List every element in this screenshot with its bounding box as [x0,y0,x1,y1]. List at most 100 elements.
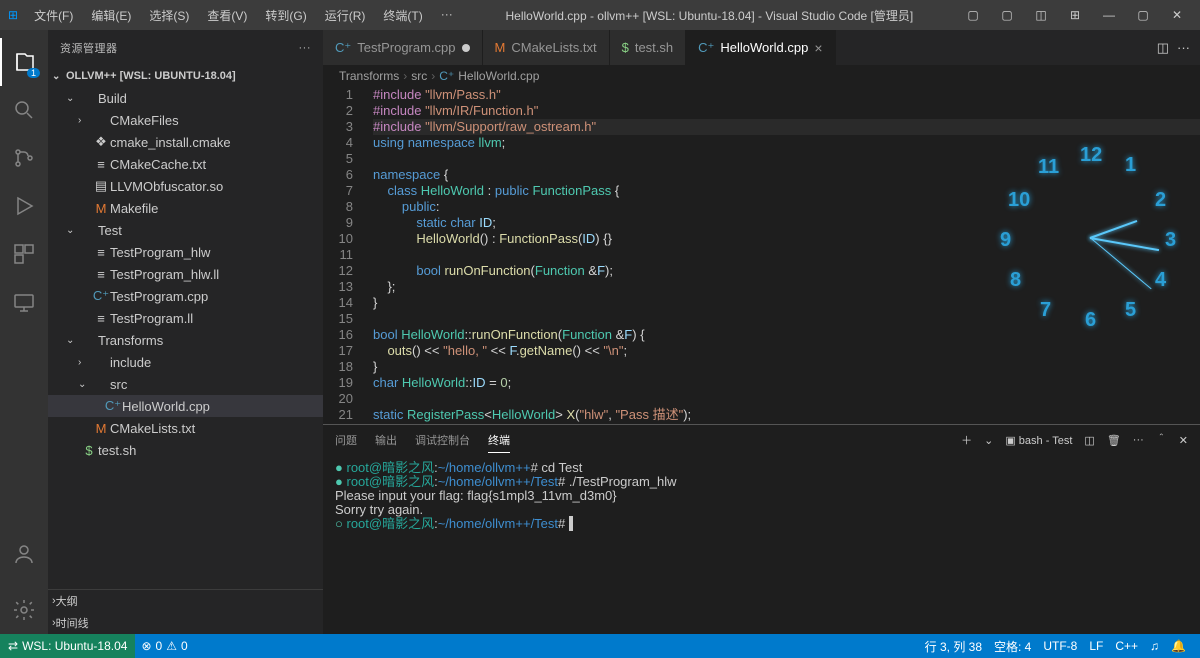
problems-tab[interactable]: 问题 [335,428,357,452]
file-icon: M [92,421,110,436]
editor-tab[interactable]: C⁺HelloWorld.cpp× [686,30,835,65]
chevron-right-icon: › [431,69,435,83]
tree-item[interactable]: C⁺TestProgram.cpp [48,285,323,307]
file-icon: $ [622,40,629,55]
file-icon: ▤ [92,178,110,194]
problems-status[interactable]: ⊗0 ⚠0 [135,639,193,653]
shell-label[interactable]: ▣ bash - Test [1005,434,1072,447]
editor-tab[interactable]: MCMakeLists.txt [483,30,610,65]
tree-root[interactable]: ⌄ OLLVM++ [WSL: UBUNTU-18.04] [48,65,323,87]
panel-bottom-icon[interactable]: ▢ [992,4,1022,26]
menu-edit[interactable]: 编辑(E) [83,3,139,28]
file-label: LLVMObfuscator.so [110,179,223,194]
breadcrumb-item[interactable]: Transforms [339,69,399,83]
new-terminal-icon[interactable]: ＋ [961,432,972,448]
source-control-icon[interactable] [0,134,48,182]
terminal-tabs: 问题 输出 调试控制台 终端 ＋ ⌄ ▣ bash - Test ◫ 🗑 ···… [323,425,1200,455]
remote-indicator[interactable]: ⇄ WSL: Ubuntu-18.04 [0,634,135,658]
editor-tabs: C⁺TestProgram.cppMCMakeLists.txt$test.sh… [323,30,1200,65]
debug-console-tab[interactable]: 调试控制台 [415,428,470,452]
explorer-icon[interactable]: 1 [0,38,48,86]
tree-item[interactable]: ▤LLVMObfuscator.so [48,175,323,197]
customize-layout-icon[interactable]: ⊞ [1060,4,1090,26]
tree-item[interactable]: ⌄Build [48,87,323,109]
menu-view[interactable]: 查看(V) [199,3,255,28]
file-label: HelloWorld.cpp [122,399,210,414]
kill-terminal-icon[interactable]: 🗑 [1107,434,1121,447]
tree-item[interactable]: C⁺HelloWorld.cpp [48,395,323,417]
breadcrumb-item[interactable]: HelloWorld.cpp [458,69,539,83]
file-icon: M [92,201,110,216]
timeline-panel[interactable]: › 时间线 [48,612,323,634]
tree-item[interactable]: ⌄Transforms [48,329,323,351]
more-icon[interactable]: ··· [1133,434,1144,446]
terminal-output[interactable]: ● root@暗影之风:~/home/ollvm++# cd Test● roo… [323,455,1200,634]
encoding-status[interactable]: UTF-8 [1037,638,1083,655]
tree-item[interactable]: ›CMakeFiles [48,109,323,131]
menu-goto[interactable]: 转到(G) [257,3,314,28]
breadcrumb-item[interactable]: src [411,69,427,83]
split-terminal-icon[interactable]: ◫ [1084,434,1094,447]
tree-item[interactable]: ⌄Test [48,219,323,241]
dropdown-icon[interactable]: ⌄ [984,434,993,447]
tree-item[interactable]: ❖cmake_install.cmake [48,131,323,153]
tree-item[interactable]: ≡TestProgram_hlw [48,241,323,263]
modified-icon [462,44,470,52]
file-label: TestProgram.ll [110,311,193,326]
tab-label: TestProgram.cpp [357,40,455,55]
minimize-button[interactable]: — [1094,4,1124,26]
menu-more[interactable]: ··· [433,3,461,28]
layout-icon[interactable]: ▢ [958,4,988,26]
file-icon: ≡ [92,245,110,260]
breadcrumb[interactable]: Transforms › src › C⁺ HelloWorld.cpp [323,65,1200,87]
tree-item[interactable]: ≡TestProgram.ll [48,307,323,329]
cursor-position[interactable]: 行 3, 列 38 [919,638,988,655]
tree-item[interactable]: ≡CMakeCache.txt [48,153,323,175]
settings-icon[interactable] [0,586,48,634]
tree-item[interactable]: ⌄src [48,373,323,395]
title-bar: ⊞ 文件(F) 编辑(E) 选择(S) 查看(V) 转到(G) 运行(R) 终端… [0,0,1200,30]
terminal-tab[interactable]: 终端 [488,428,510,453]
code-editor[interactable]: 123456789101112131415161718192021 #inclu… [323,87,1200,424]
menu-terminal[interactable]: 终端(T) [375,3,430,28]
editor-tab[interactable]: C⁺TestProgram.cpp [323,30,483,65]
line-numbers: 123456789101112131415161718192021 [323,87,373,424]
close-button[interactable]: ✕ [1162,4,1192,26]
panel-right-icon[interactable]: ◫ [1026,4,1056,26]
output-tab[interactable]: 输出 [375,428,397,452]
tree-item[interactable]: ›include [48,351,323,373]
tree-item[interactable]: MCMakeLists.txt [48,417,323,439]
outline-panel[interactable]: › 大纲 [48,590,323,612]
language-status[interactable]: C++ [1109,638,1144,655]
notifications-icon[interactable]: 🔔 [1165,638,1192,655]
more-actions-icon[interactable]: ··· [1177,40,1190,55]
maximize-panel-icon[interactable]: ＾ [1156,432,1167,448]
editor-tab[interactable]: $test.sh [610,30,687,65]
tree-item[interactable]: $test.sh [48,439,323,461]
search-icon[interactable] [0,86,48,134]
tree-item[interactable]: ≡TestProgram_hlw.ll [48,263,323,285]
indent-status[interactable]: 空格: 4 [988,638,1037,655]
account-icon[interactable] [0,530,48,578]
menu-file[interactable]: 文件(F) [26,3,81,28]
file-label: include [110,355,151,370]
chevron-right-icon: › [403,69,407,83]
menu-run[interactable]: 运行(R) [317,3,374,28]
sidebar: 资源管理器 ··· ⌄ OLLVM++ [WSL: UBUNTU-18.04] … [48,30,323,634]
file-icon: $ [80,443,98,458]
sidebar-more-icon[interactable]: ··· [299,42,312,54]
tree-item[interactable]: MMakefile [48,197,323,219]
maximize-button[interactable]: ▢ [1128,4,1158,26]
menu-select[interactable]: 选择(S) [141,3,197,28]
extensions-icon[interactable] [0,230,48,278]
close-tab-icon[interactable]: × [814,40,822,56]
code-content[interactable]: #include "llvm/Pass.h"#include "llvm/IR/… [373,87,1200,424]
eol-status[interactable]: LF [1083,638,1109,655]
close-panel-icon[interactable]: ✕ [1179,434,1188,447]
editor-area: C⁺TestProgram.cppMCMakeLists.txt$test.sh… [323,30,1200,634]
tab-label: HelloWorld.cpp [720,40,808,55]
run-debug-icon[interactable] [0,182,48,230]
feedback-icon[interactable]: ♫ [1144,638,1165,655]
split-editor-icon[interactable]: ◫ [1157,40,1169,56]
remote-explorer-icon[interactable] [0,278,48,326]
